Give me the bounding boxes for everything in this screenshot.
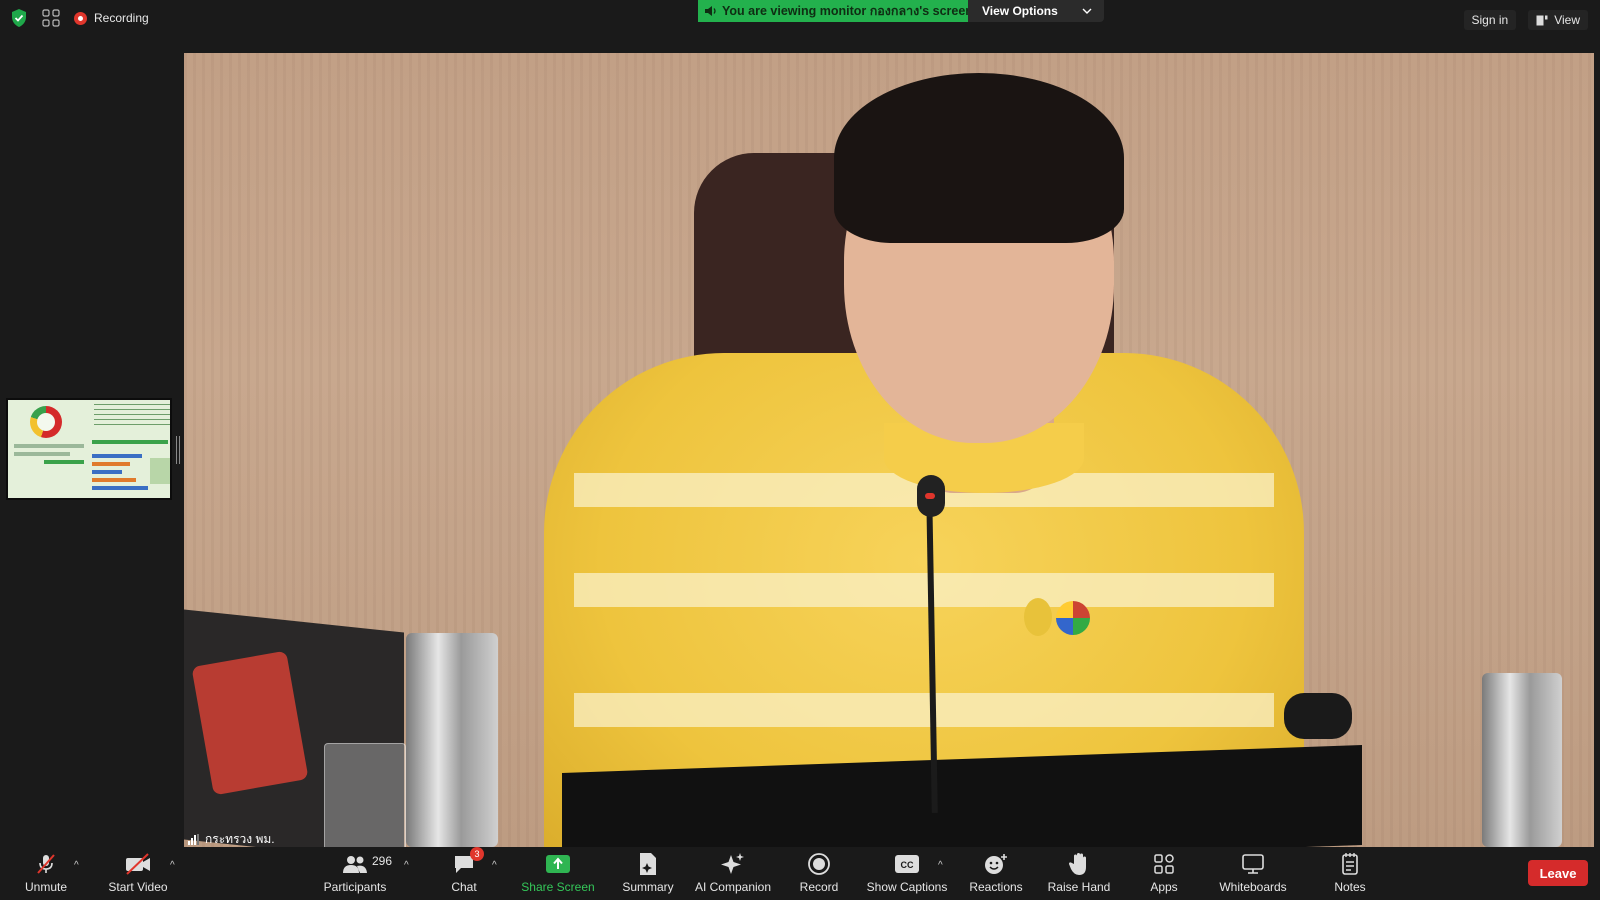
record-button[interactable]: Record [796,848,842,900]
closed-captions-icon: CC [895,855,919,873]
thumbnail-resize-handle[interactable] [176,436,180,464]
video-glass [324,743,406,847]
meeting-info-grid-icon[interactable] [42,9,60,27]
svg-text:CC: CC [901,860,914,870]
video-microphone-led [925,493,935,499]
sign-in-button[interactable]: Sign in [1463,10,1517,30]
show-captions-button[interactable]: CC Show Captions [866,848,948,900]
thumbnail-bar [92,462,130,466]
top-bar-left: Recording [10,8,149,28]
video-speaker-hair [834,73,1124,243]
thumbnail-legend [150,458,170,484]
thumbnail-text-block [94,404,170,428]
participants-count: 296 [372,854,393,868]
start-video-button[interactable]: Start Video [106,848,170,900]
whiteboard-icon [1242,854,1264,874]
thumbnail-row [44,460,84,464]
reactions-button[interactable]: Reactions [966,848,1026,900]
participant-name: กระทรวง พม. [205,831,275,846]
apps-button[interactable]: Apps [1148,848,1180,900]
chevron-down-icon [1082,8,1092,14]
notes-label: Notes [1334,880,1366,894]
ai-sparkle-icon [721,853,744,874]
show-captions-label: Show Captions [866,880,948,894]
start-video-label: Start Video [108,880,168,894]
summary-button[interactable]: Summary [618,848,678,900]
view-label: View [1554,13,1580,27]
reactions-smiley-icon [985,854,1007,874]
raise-hand-button[interactable]: Raise Hand [1044,848,1114,900]
video-tumbler-left [406,633,498,847]
video-tumbler-right [1482,673,1562,847]
sign-in-label: Sign in [1471,13,1509,27]
participants-options-caret-icon[interactable]: ^ [404,860,409,871]
chat-unread-badge: 3 [470,847,484,861]
video-shirt-pattern [574,573,1274,607]
screen-share-banner: You are viewing monitor กองกลาง's screen [698,0,983,22]
chat-label: Chat [451,880,477,894]
unmute-button[interactable]: Unmute [22,848,70,900]
record-icon [808,853,830,875]
speaker-icon [705,6,716,16]
view-button[interactable]: View [1528,10,1588,30]
leave-button[interactable]: Leave [1528,860,1588,886]
video-pin-badge [1056,601,1090,635]
video-pin-badge [1024,598,1052,636]
video-shirt-pattern [574,693,1274,727]
participants-icon [343,856,367,873]
thumbnail-row [14,452,70,456]
raise-hand-label: Raise Hand [1047,880,1111,894]
ai-companion-button[interactable]: AI Companion [692,848,774,900]
notes-button[interactable]: Notes [1332,848,1368,900]
apps-icon [1154,854,1174,874]
participant-name-tag: กระทรวง พม. [184,830,279,848]
video-webcam [1284,693,1352,739]
recording-dot-icon [74,11,87,25]
share-screen-button[interactable]: Share Screen [520,848,596,900]
layout-view-icon [1536,15,1548,25]
chat-options-caret-icon[interactable]: ^ [492,860,497,871]
unmute-label: Unmute [24,880,68,894]
summary-document-icon [640,853,656,875]
summary-label: Summary [622,880,674,894]
thumbnail-row [14,444,84,448]
record-label: Record [799,880,839,894]
connection-strength-icon [188,833,199,845]
captions-options-caret-icon[interactable]: ^ [938,860,943,871]
view-options-button[interactable]: View Options [968,0,1104,22]
thumbnail-bar [92,486,148,490]
thumbnail-bar [92,470,122,474]
microphone-muted-icon [37,854,55,874]
whiteboards-label: Whiteboards [1219,880,1287,894]
raise-hand-icon [1069,853,1086,875]
top-bar: Recording You are viewing monitor กองกลา… [0,0,1600,40]
video-off-icon [126,853,150,875]
thumbnail-bar [92,478,136,482]
video-options-caret-icon[interactable]: ^ [170,860,175,871]
share-screen-label: Share Screen [521,880,595,894]
security-shield-icon[interactable] [10,8,28,28]
share-screen-icon [546,855,570,873]
thumbnail-row [92,440,168,444]
active-speaker-video[interactable] [184,53,1594,847]
top-bar-right: Sign in View [1463,10,1588,30]
thumbnail-bar [92,454,142,458]
thumbnail-donut-chart [30,406,62,438]
chat-button[interactable]: 3 Chat [446,847,484,900]
view-options-label: View Options [982,4,1058,18]
reactions-label: Reactions [969,880,1023,894]
notes-icon [1342,853,1358,875]
ai-companion-label: AI Companion [694,880,772,894]
whiteboards-button[interactable]: Whiteboards [1216,848,1290,900]
screen-share-banner-text: You are viewing monitor กองกลาง's screen [722,4,973,18]
apps-label: Apps [1150,880,1178,894]
shared-screen-thumbnail[interactable] [6,398,172,500]
participants-label: Participants [323,880,387,894]
recording-label: Recording [94,11,149,25]
meeting-toolbar: Unmute ^ Start Video ^ Participants 296 … [0,847,1600,900]
audio-options-caret-icon[interactable]: ^ [74,860,79,871]
recording-indicator[interactable]: Recording [74,11,149,25]
